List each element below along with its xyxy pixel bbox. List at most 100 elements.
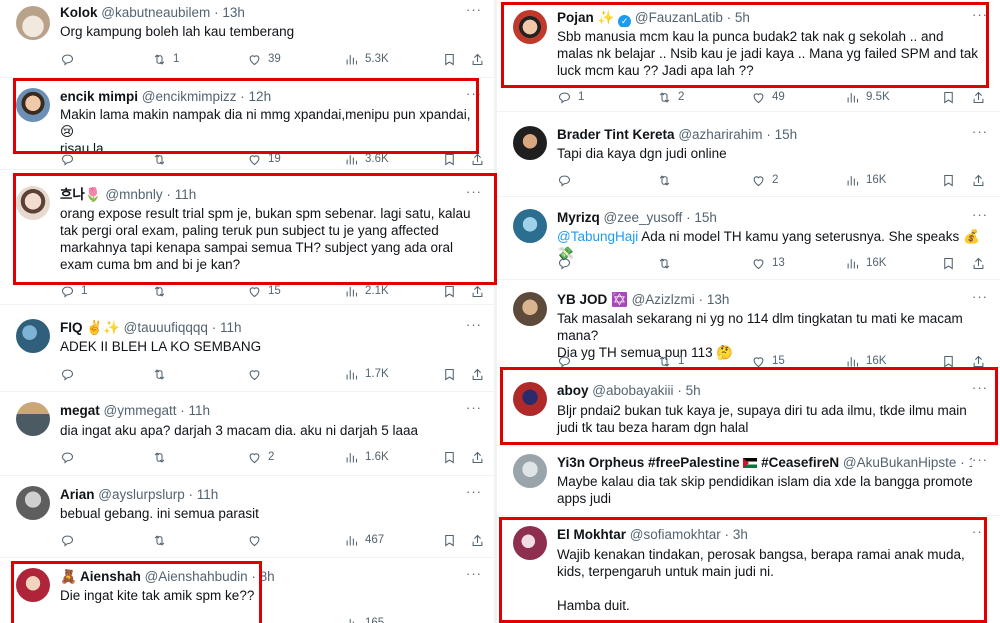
avatar[interactable]	[16, 486, 50, 520]
user-handle[interactable]: @azharirahim	[678, 127, 762, 142]
like-button[interactable]: 49	[751, 88, 785, 106]
timestamp[interactable]: 12h	[249, 89, 272, 104]
like-button[interactable]: 13	[751, 254, 785, 272]
bookmark-button[interactable]	[442, 282, 457, 300]
avatar[interactable]	[16, 88, 50, 122]
avatar[interactable]	[16, 319, 50, 353]
user-handle[interactable]: @sofiamokhtar	[630, 527, 721, 542]
timestamp[interactable]: 3h	[733, 527, 748, 542]
display-name[interactable]: Kolok	[60, 5, 98, 20]
more-icon[interactable]: ···	[466, 400, 482, 415]
timestamp[interactable]: 11h	[220, 320, 242, 335]
avatar[interactable]	[513, 126, 547, 160]
more-icon[interactable]: ···	[972, 207, 988, 222]
views-button[interactable]: 467	[344, 531, 384, 549]
tweet[interactable]: El Mokhtar @sofiamokhtar · 3h ··· Wajib …	[497, 516, 1000, 623]
share-button[interactable]	[470, 365, 485, 383]
user-handle[interactable]: @ayslurpslurp	[98, 487, 184, 502]
timestamp[interactable]: 13h	[707, 292, 730, 307]
retweet-button[interactable]	[152, 365, 173, 383]
bookmark-button[interactable]	[941, 254, 956, 272]
views-button[interactable]: 2.1K	[344, 282, 389, 300]
user-handle[interactable]: @mnbnly	[105, 187, 162, 202]
more-icon[interactable]: ···	[466, 484, 482, 499]
more-icon[interactable]: ···	[972, 380, 988, 395]
like-button[interactable]	[247, 365, 268, 383]
tweet[interactable]: 🧸 Aienshah @Aienshahbudin · 8h ··· Die i…	[0, 558, 494, 623]
bookmark-button[interactable]	[941, 171, 956, 189]
views-button[interactable]: 3.6K	[344, 150, 389, 168]
avatar[interactable]	[513, 382, 547, 416]
tweet[interactable]: Myrizq @zee_yusoff · 15h ··· @TabungHaji…	[497, 197, 1000, 280]
display-name[interactable]: 흐나🌷	[60, 187, 102, 202]
more-icon[interactable]: ···	[466, 86, 482, 101]
tweet[interactable]: Brader Tint Kereta @azharirahim · 15h ··…	[497, 112, 1000, 197]
like-button[interactable]	[247, 531, 268, 549]
display-name[interactable]: megat	[60, 403, 100, 418]
share-button[interactable]	[470, 50, 485, 68]
user-handle[interactable]: @kabutneaubilem	[101, 5, 210, 20]
views-button[interactable]: 1.6K	[344, 448, 389, 466]
reply-button[interactable]	[60, 448, 81, 466]
more-icon[interactable]: ···	[466, 317, 482, 332]
user-handle[interactable]: @tauuufiqqqq	[124, 320, 208, 335]
retweet-button[interactable]	[152, 448, 173, 466]
avatar[interactable]	[513, 526, 547, 560]
share-button[interactable]	[470, 150, 485, 168]
like-button[interactable]: 2	[247, 448, 274, 466]
display-name[interactable]: aboy	[557, 383, 589, 398]
mention-link[interactable]: @TabungHaji	[557, 229, 638, 244]
display-name[interactable]: Myrizq	[557, 210, 600, 225]
display-name[interactable]: El Mokhtar	[557, 527, 626, 542]
like-button[interactable]: 39	[247, 50, 281, 68]
reply-button[interactable]	[60, 50, 81, 68]
bookmark-button[interactable]	[442, 365, 457, 383]
bookmark-button[interactable]	[442, 50, 457, 68]
avatar[interactable]	[16, 568, 50, 602]
bookmark-button[interactable]	[442, 150, 457, 168]
avatar[interactable]	[513, 292, 547, 326]
user-handle[interactable]: @abobayakiii	[592, 383, 673, 398]
tweet[interactable]: 흐나🌷 @mnbnly · 11h ··· orang expose resul…	[0, 170, 494, 305]
tweet[interactable]: encik mimpi @encikmimpizz · 12h ··· Maki…	[0, 78, 494, 170]
more-icon[interactable]: ···	[466, 2, 482, 17]
display-name[interactable]: YB JOD ✡️	[557, 292, 628, 307]
share-button[interactable]	[470, 282, 485, 300]
bookmark-button[interactable]	[442, 531, 457, 549]
display-name[interactable]: 🧸 Aienshah	[60, 569, 141, 584]
retweet-button[interactable]: 1	[152, 50, 179, 68]
more-icon[interactable]: ···	[972, 7, 988, 22]
more-icon[interactable]: ···	[466, 566, 482, 581]
reply-button[interactable]: 1	[60, 282, 87, 300]
reply-button[interactable]	[60, 150, 81, 168]
tweet[interactable]: Kolok @kabutneaubilem · 13h ··· Org kamp…	[0, 0, 494, 78]
user-handle[interactable]: @ymmegatt	[104, 403, 177, 418]
timestamp[interactable]: 5h	[735, 10, 750, 25]
tweet[interactable]: Arian @ayslurpslurp · 11h ··· bebual geb…	[0, 476, 494, 558]
user-handle[interactable]: @AkuBukanHipste	[843, 455, 957, 470]
tweet[interactable]: Pojan ✨ ✓ @FauzanLatib · 5h ··· Sbb manu…	[497, 0, 1000, 112]
reply-button[interactable]	[60, 365, 81, 383]
timestamp[interactable]: 15h	[775, 127, 798, 142]
user-handle[interactable]: @Azizlzmi	[632, 292, 695, 307]
user-handle[interactable]: @FauzanLatib	[635, 10, 723, 25]
views-button[interactable]: 165	[344, 614, 384, 623]
retweet-button[interactable]	[657, 254, 678, 272]
views-button[interactable]: 1.7K	[344, 365, 389, 383]
tweet[interactable]: YB JOD ✡️ @Azizlzmi · 13h ··· Tak masala…	[497, 280, 1000, 368]
display-name[interactable]: Pojan ✨	[557, 10, 614, 25]
avatar[interactable]	[513, 209, 547, 243]
retweet-button[interactable]	[152, 531, 173, 549]
tweet[interactable]: megat @ymmegatt · 11h ··· dia ingat aku …	[0, 392, 494, 476]
tweet[interactable]: aboy @abobayakiii · 5h ··· Bljr pndai2 b…	[497, 368, 1000, 446]
tweet[interactable]: FIQ ✌️✨ @tauuufiqqqq · 11h ··· ADEK II B…	[0, 305, 494, 392]
avatar[interactable]	[513, 10, 547, 44]
reply-button[interactable]: 1	[557, 88, 584, 106]
display-name[interactable]: Arian	[60, 487, 95, 502]
user-handle[interactable]: @zee_yusoff	[604, 210, 683, 225]
more-icon[interactable]: ···	[972, 289, 988, 304]
share-button[interactable]	[470, 448, 485, 466]
bookmark-button[interactable]	[442, 448, 457, 466]
user-handle[interactable]: @Aienshahbudin	[145, 569, 248, 584]
views-button[interactable]: 5.3K	[344, 50, 389, 68]
